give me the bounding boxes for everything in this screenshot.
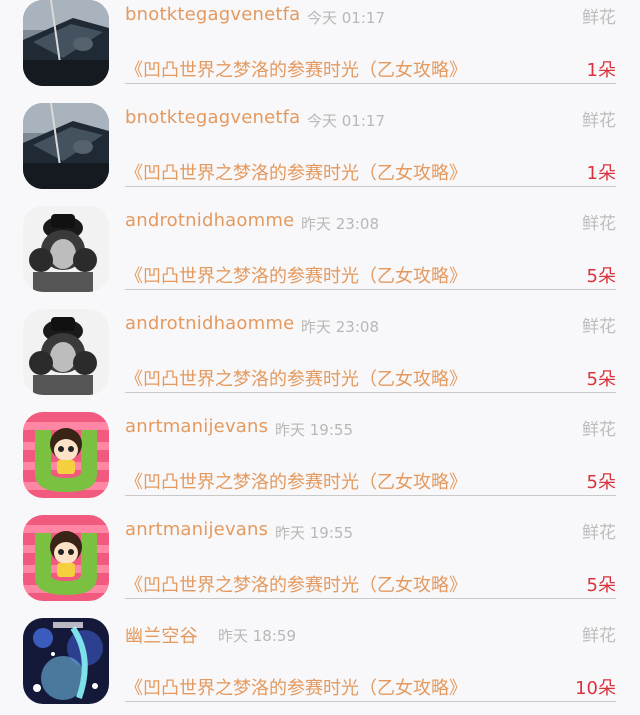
avatar[interactable] [23, 206, 109, 292]
gift-count: 10朵 [575, 678, 616, 699]
timestamp: 昨天 23:08 [301, 318, 379, 336]
anime-art-icon [23, 618, 109, 704]
timestamp: 今天 01:17 [307, 112, 385, 130]
username[interactable]: anrtmanijevans [125, 519, 268, 540]
gift-count: 5朵 [586, 369, 616, 390]
username[interactable]: 幽兰空谷 [125, 622, 198, 648]
car-photo-icon [23, 0, 109, 86]
bw-portrait-icon [23, 309, 109, 395]
gift-type-label: 鲜花 [582, 111, 616, 131]
timestamp: 昨天 19:55 [275, 421, 353, 439]
timestamp: 昨天 19:55 [275, 524, 353, 542]
book-title-link[interactable]: 《凹凸世界之梦洛的参赛时光（乙女攻略》 [125, 159, 467, 185]
cartoon-girl-icon [23, 412, 109, 498]
username[interactable]: anrtmanijevans [125, 416, 268, 437]
gift-count: 5朵 [586, 266, 616, 287]
gift-type-label: 鲜花 [582, 626, 616, 646]
gift-type-label: 鲜花 [582, 523, 616, 543]
divider [125, 495, 616, 496]
book-title-link[interactable]: 《凹凸世界之梦洛的参赛时光（乙女攻略》 [125, 262, 467, 288]
username[interactable]: androtnidhaomme [125, 210, 294, 231]
avatar[interactable] [23, 515, 109, 601]
car-photo-icon [23, 103, 109, 189]
avatar[interactable] [23, 309, 109, 395]
list-item[interactable]: anrtmanijevans 昨天 19:55 鲜花 《凹凸世界之梦洛的参赛时光… [0, 509, 640, 612]
list-item[interactable]: bnotktegagvenetfa 今天 01:17 鲜花 《凹凸世界之梦洛的参… [0, 0, 640, 97]
gift-type-label: 鲜花 [582, 317, 616, 337]
gift-type-label: 鲜花 [582, 420, 616, 440]
divider [125, 598, 616, 599]
book-title-link[interactable]: 《凹凸世界之梦洛的参赛时光（乙女攻略》 [125, 674, 467, 700]
list-item[interactable]: bnotktegagvenetfa 今天 01:17 鲜花 《凹凸世界之梦洛的参… [0, 97, 640, 200]
timestamp: 昨天 18:59 [218, 627, 296, 645]
book-title-link[interactable]: 《凹凸世界之梦洛的参赛时光（乙女攻略》 [125, 571, 467, 597]
gift-type-label: 鲜花 [582, 214, 616, 234]
list-item[interactable]: anrtmanijevans 昨天 19:55 鲜花 《凹凸世界之梦洛的参赛时光… [0, 406, 640, 509]
timestamp: 昨天 23:08 [301, 215, 379, 233]
list-item[interactable]: androtnidhaomme 昨天 23:08 鲜花 《凹凸世界之梦洛的参赛时… [0, 303, 640, 406]
list-item[interactable]: 幽兰空谷 昨天 18:59 鲜花 《凹凸世界之梦洛的参赛时光（乙女攻略》 10朵 [0, 612, 640, 715]
gift-record-list: bnotktegagvenetfa 今天 01:17 鲜花 《凹凸世界之梦洛的参… [0, 0, 640, 715]
avatar[interactable] [23, 0, 109, 86]
book-title-link[interactable]: 《凹凸世界之梦洛的参赛时光（乙女攻略》 [125, 468, 467, 494]
username[interactable]: bnotktegagvenetfa [125, 107, 300, 128]
username[interactable]: androtnidhaomme [125, 313, 294, 334]
avatar[interactable] [23, 103, 109, 189]
bw-portrait-icon [23, 206, 109, 292]
gift-count: 1朵 [586, 60, 616, 81]
gift-count: 1朵 [586, 163, 616, 184]
divider [125, 186, 616, 187]
book-title-link[interactable]: 《凹凸世界之梦洛的参赛时光（乙女攻略》 [125, 365, 467, 391]
divider [125, 701, 616, 702]
gift-type-label: 鲜花 [582, 8, 616, 28]
divider [125, 289, 616, 290]
cartoon-girl-icon [23, 515, 109, 601]
divider [125, 392, 616, 393]
gift-count: 5朵 [586, 472, 616, 493]
avatar[interactable] [23, 412, 109, 498]
book-title-link[interactable]: 《凹凸世界之梦洛的参赛时光（乙女攻略》 [125, 56, 467, 82]
divider [125, 83, 616, 84]
avatar[interactable] [23, 618, 109, 704]
timestamp: 今天 01:17 [307, 9, 385, 27]
list-item[interactable]: androtnidhaomme 昨天 23:08 鲜花 《凹凸世界之梦洛的参赛时… [0, 200, 640, 303]
gift-count: 5朵 [586, 575, 616, 596]
username[interactable]: bnotktegagvenetfa [125, 4, 300, 25]
